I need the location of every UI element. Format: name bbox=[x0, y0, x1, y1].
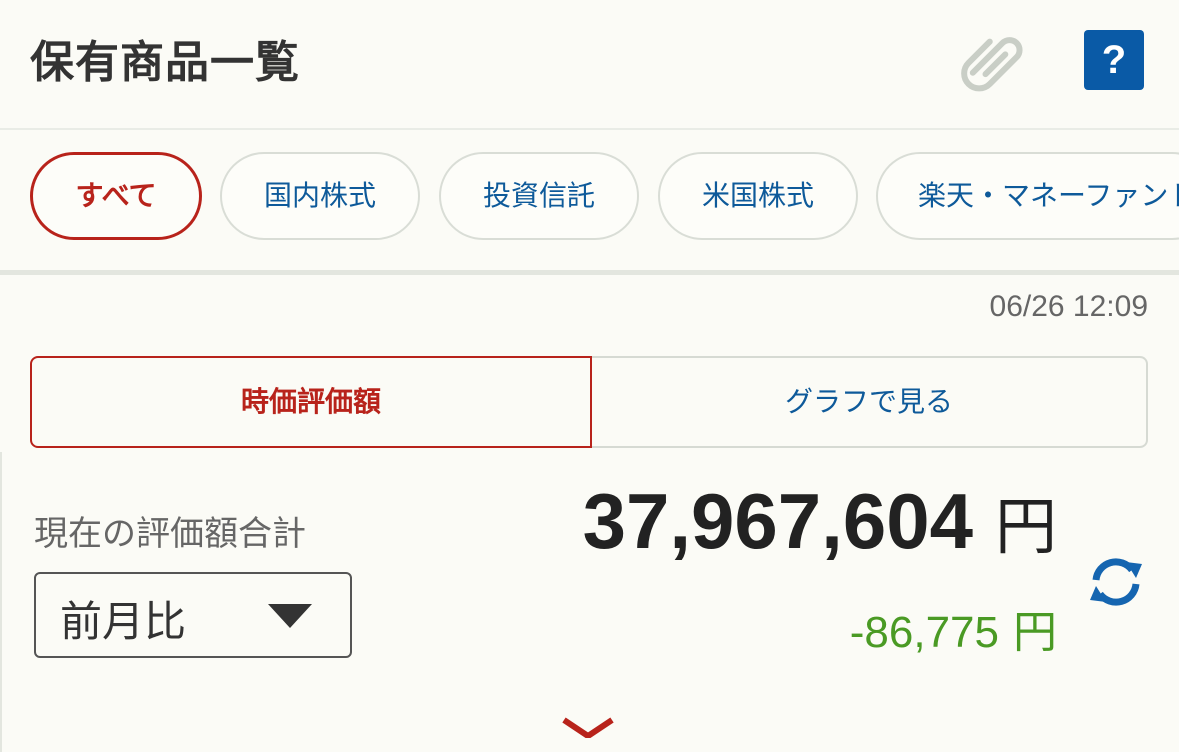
page-title: 保有商品一覧 bbox=[30, 37, 300, 88]
tab-money-fund[interactable]: 楽天・マネーファンド bbox=[876, 152, 1179, 240]
help-button[interactable]: ? bbox=[1084, 30, 1144, 90]
triangle-down-icon bbox=[268, 604, 312, 628]
refresh-icon[interactable] bbox=[1086, 552, 1146, 612]
tab-valuation[interactable]: 時価評価額 bbox=[30, 356, 592, 448]
change-value: -86,775 円 bbox=[850, 596, 1057, 660]
tab-graph[interactable]: グラフで見る bbox=[592, 356, 1148, 448]
tab-label: 楽天・マネーファンド bbox=[918, 179, 1179, 212]
total-value: 37,967,604 円 bbox=[583, 476, 1057, 567]
header: 保有商品一覧 ? bbox=[0, 0, 1179, 130]
change-amount: -86,775 bbox=[849, 608, 999, 657]
total-amount: 37,967,604 bbox=[582, 477, 973, 565]
tab-label: 米国株式 bbox=[701, 179, 814, 212]
tab-investment-trusts[interactable]: 投資信託 bbox=[439, 152, 639, 240]
tab-us-stocks[interactable]: 米国株式 bbox=[658, 152, 858, 240]
paperclip-icon[interactable] bbox=[958, 24, 1030, 96]
compare-period-select[interactable]: 前月比 bbox=[34, 572, 352, 658]
tab-label: 投資信託 bbox=[482, 179, 595, 212]
total-label: 現在の評価額合計 bbox=[34, 514, 306, 554]
tab-all[interactable]: すべて bbox=[30, 152, 202, 240]
category-tabs: すべて 国内株式 投資信託 米国株式 楽天・マネーファンド bbox=[0, 130, 1179, 275]
change-unit: 円 bbox=[1013, 607, 1057, 658]
tab-label: すべて bbox=[75, 179, 157, 212]
chevron-down-icon[interactable] bbox=[558, 716, 618, 738]
help-icon: ? bbox=[1101, 38, 1127, 82]
total-unit: 円 bbox=[994, 490, 1057, 563]
tab-domestic-stocks[interactable]: 国内株式 bbox=[220, 152, 420, 240]
tab-label: 国内株式 bbox=[263, 179, 376, 212]
compare-period-label: 前月比 bbox=[60, 597, 187, 646]
update-timestamp: 06/26 12:09 bbox=[989, 290, 1148, 323]
